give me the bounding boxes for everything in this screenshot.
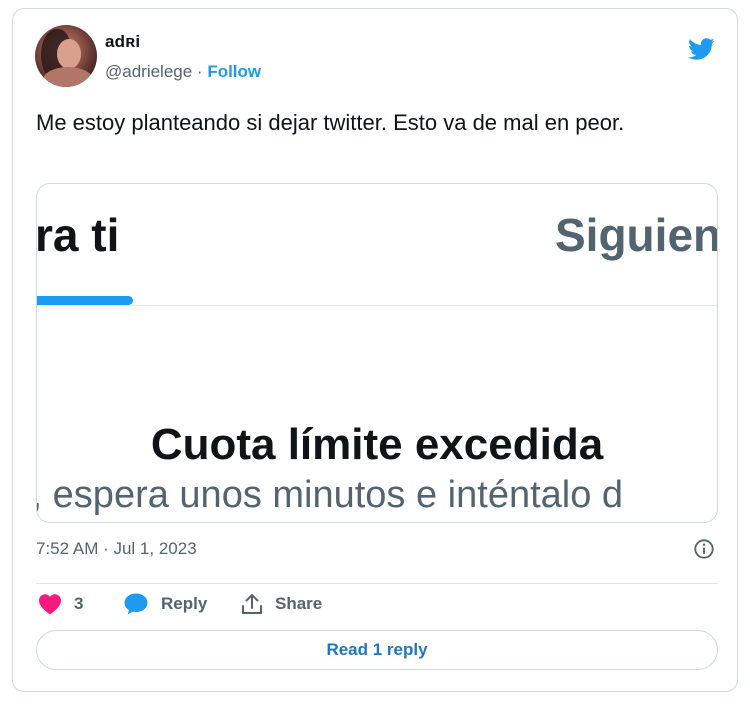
reply-bubble-icon — [124, 593, 148, 615]
avatar[interactable] — [35, 25, 97, 87]
heart-icon — [39, 594, 61, 615]
reply-label: Reply — [161, 594, 208, 613]
like-count: 3 — [74, 594, 84, 613]
tab-following: Siguien — [555, 209, 718, 261]
attached-screenshot[interactable]: ra ti Siguien Cuota límite excedida r, e… — [36, 183, 718, 523]
actions-divider — [36, 583, 718, 584]
info-icon[interactable] — [693, 538, 715, 560]
tweet-card: adʀi @adrielege · Follow Me estoy plante… — [12, 8, 738, 692]
handle-separator: · — [192, 62, 208, 81]
follow-link[interactable]: Follow — [207, 62, 261, 81]
read-replies-button[interactable]: Read 1 reply — [36, 630, 718, 670]
tweet-text: Me estoy planteando si dejar twitter. Es… — [36, 110, 625, 135]
error-subtitle: r, espera unos minutos e inténtalo d — [36, 474, 624, 516]
like-button[interactable]: 3 — [38, 591, 83, 617]
user-handle[interactable]: @adrielege — [105, 62, 192, 81]
share-label: Share — [275, 594, 323, 613]
handle-row: @adrielege · Follow — [105, 62, 261, 82]
share-icon — [242, 594, 262, 614]
twitter-bird-icon[interactable] — [685, 35, 717, 63]
tweet-timestamp[interactable]: 7:52 AM · Jul 1, 2023 — [36, 539, 197, 559]
tab-for-you: ra ti — [36, 209, 120, 261]
reply-button[interactable]: Reply — [123, 591, 207, 617]
error-title: Cuota límite excedida — [150, 420, 604, 469]
share-button[interactable]: Share — [241, 591, 322, 617]
display-name[interactable]: adʀi — [105, 32, 140, 52]
tab-divider — [37, 305, 717, 306]
active-tab-indicator — [37, 296, 133, 305]
